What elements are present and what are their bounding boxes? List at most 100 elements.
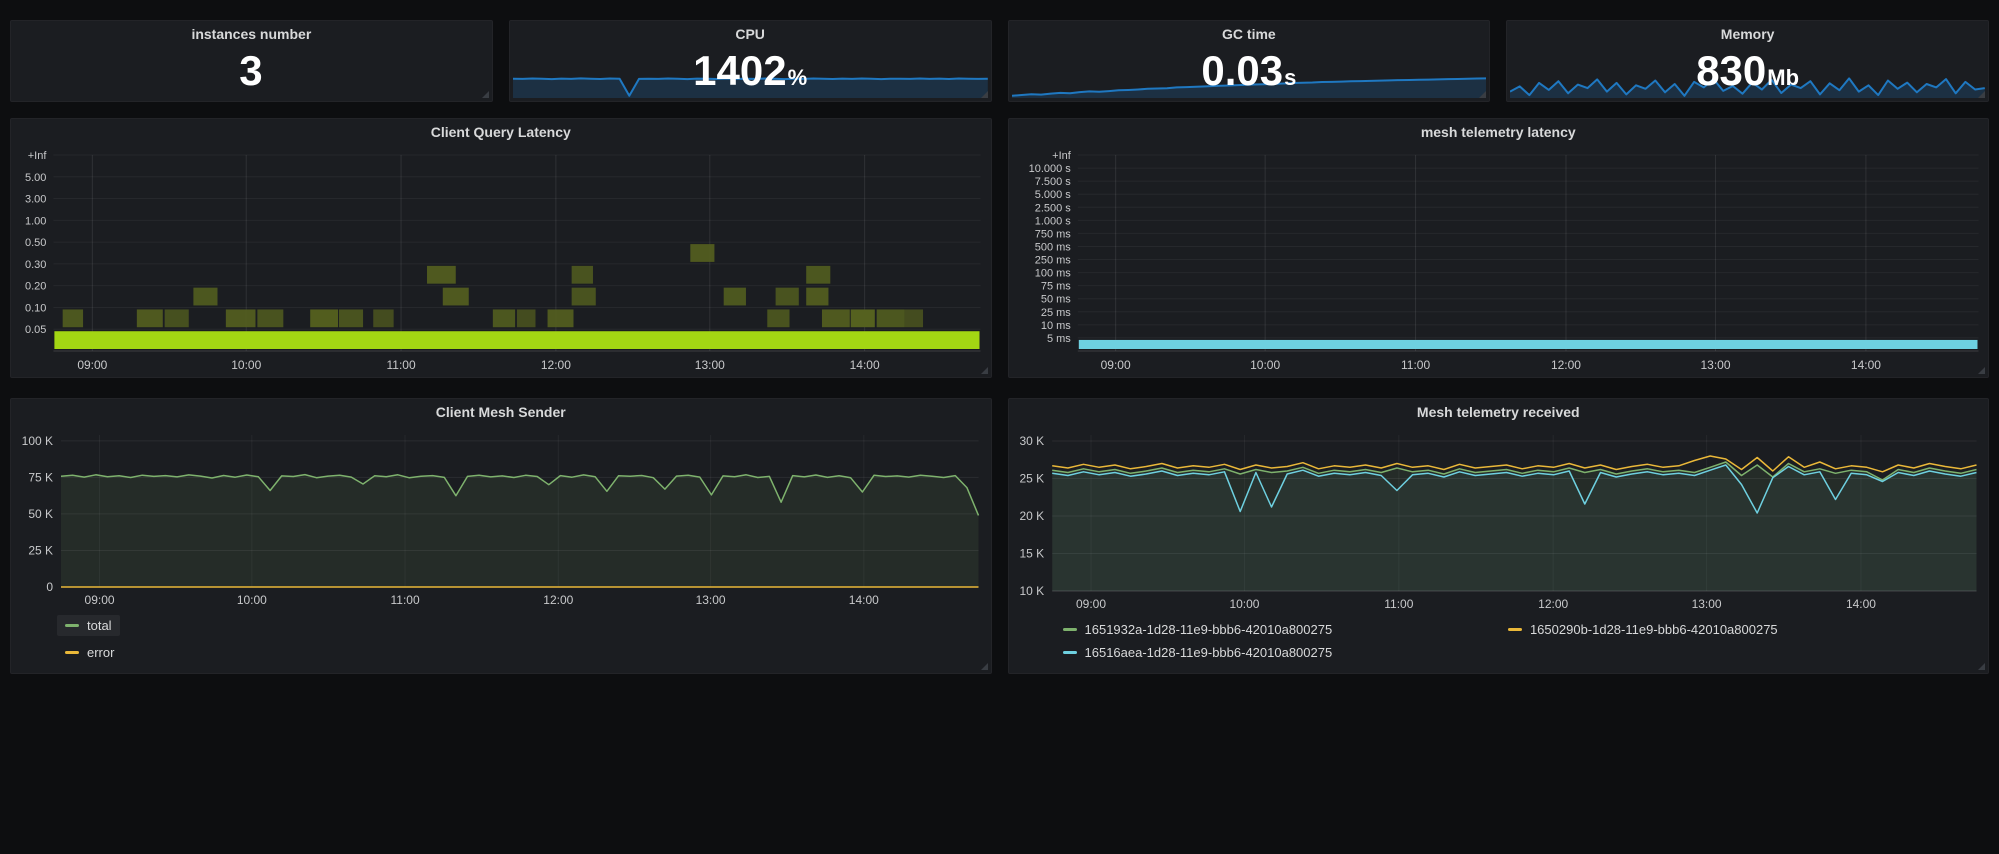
svg-text:09:00: 09:00: [77, 358, 107, 372]
stat-value-cpu: 1402 %: [510, 45, 991, 97]
svg-text:75 K: 75 K: [28, 470, 53, 484]
svg-text:10 K: 10 K: [1019, 584, 1044, 598]
svg-text:0.50: 0.50: [25, 237, 46, 249]
svg-text:5.00: 5.00: [25, 172, 46, 184]
panel-resize-handle[interactable]: [1479, 91, 1486, 98]
panel-client-mesh-sender: Client Mesh Sender 025 K50 K75 K100 K09:…: [10, 398, 992, 674]
svg-text:10:00: 10:00: [1250, 358, 1280, 372]
svg-text:5 ms: 5 ms: [1046, 333, 1070, 345]
stat-value-text: 830: [1696, 50, 1766, 92]
svg-text:11:00: 11:00: [386, 358, 415, 372]
svg-text:50 K: 50 K: [28, 507, 53, 521]
legend-item-instance-3[interactable]: 16516aea-1d28-11e9-bbb6-42010a800275: [1055, 642, 1476, 663]
svg-text:30 K: 30 K: [1019, 434, 1044, 448]
panel-resize-handle[interactable]: [482, 91, 489, 98]
svg-text:0.05: 0.05: [25, 324, 46, 336]
svg-text:500 ms: 500 ms: [1034, 241, 1071, 253]
svg-text:+Inf: +Inf: [1052, 150, 1072, 162]
svg-text:13:00: 13:00: [695, 358, 725, 372]
stat-panel-memory: Memory 830 Mb: [1506, 20, 1989, 102]
svg-text:2.500 s: 2.500 s: [1034, 202, 1071, 214]
svg-text:11:00: 11:00: [1384, 597, 1413, 611]
series-color-swatch: [1063, 628, 1077, 631]
svg-text:12:00: 12:00: [541, 358, 571, 372]
svg-text:15 K: 15 K: [1019, 547, 1044, 561]
panel-mesh-telemetry-latency: mesh telemetry latency +Inf10.000 s7.500…: [1008, 118, 1990, 378]
client-mesh-sender-legend: total error: [11, 611, 991, 673]
panel-resize-handle[interactable]: [981, 91, 988, 98]
panel-title-client-mesh-sender[interactable]: Client Mesh Sender: [11, 399, 991, 427]
legend-label: error: [87, 645, 114, 660]
svg-text:14:00: 14:00: [850, 358, 880, 372]
svg-text:10:00: 10:00: [1229, 597, 1259, 611]
svg-text:11:00: 11:00: [390, 593, 419, 607]
series-color-swatch: [65, 651, 79, 654]
svg-text:09:00: 09:00: [85, 593, 115, 607]
svg-text:13:00: 13:00: [1691, 597, 1721, 611]
stat-value-gc-time: 0.03 s: [1009, 45, 1490, 97]
stat-value-text: 1402: [693, 50, 786, 92]
client-mesh-sender-graph[interactable]: 025 K50 K75 K100 K09:0010:0011:0012:0013…: [11, 427, 991, 611]
heatmaps-row: Client Query Latency +Inf 5.00 3.00 1.00 0.5…: [10, 118, 1989, 378]
svg-text:14:00: 14:00: [1850, 358, 1880, 372]
panel-title-client-query-latency[interactable]: Client Query Latency: [11, 119, 991, 147]
mesh-telemetry-received-graph[interactable]: 10 K15 K20 K25 K30 K09:0010:0011:0012:00…: [1009, 427, 1989, 615]
stat-unit-text: Mb: [1767, 65, 1799, 91]
legend-item-error[interactable]: error: [57, 642, 122, 663]
legend-item-instance-2[interactable]: 1650290b-1d28-11e9-bbb6-42010a800275: [1500, 619, 1921, 640]
svg-text:09:00: 09:00: [1076, 597, 1106, 611]
stat-unit-text: %: [788, 65, 808, 91]
svg-text:1.00: 1.00: [25, 215, 46, 227]
panel-client-query-latency: Client Query Latency +Inf 5.00 3.00 1.00 0.5…: [10, 118, 992, 378]
stat-value-text: 0.03: [1201, 50, 1283, 92]
panel-resize-handle[interactable]: [981, 367, 988, 374]
panel-resize-handle[interactable]: [1978, 367, 1985, 374]
legend-item-instance-1[interactable]: 1651932a-1d28-11e9-bbb6-42010a800275: [1055, 619, 1476, 640]
stat-value-text: 3: [239, 50, 262, 92]
svg-text:11:00: 11:00: [1400, 358, 1429, 372]
panel-resize-handle[interactable]: [1978, 663, 1985, 670]
panel-mesh-telemetry-received: Mesh telemetry received 10 K 15 K 20 K 25 K…: [1008, 398, 1990, 674]
svg-text:1.000 s: 1.000 s: [1034, 215, 1071, 227]
mesh-telemetry-latency-heatmap[interactable]: +Inf10.000 s7.500 s5.000 s2.500 s1.000 s…: [1009, 147, 1989, 377]
legend-label: 1650290b-1d28-11e9-bbb6-42010a800275: [1530, 622, 1778, 637]
stat-panel-cpu: CPU 1402 %: [509, 20, 992, 102]
svg-text:+Inf: +Inf: [28, 150, 48, 162]
svg-text:25 K: 25 K: [1019, 472, 1044, 486]
stat-panel-gc-time: GC time 0.03 s: [1008, 20, 1491, 102]
graphs-row: Client Mesh Sender 0 25 K 50 K 75 K 100 K 09:…: [10, 398, 1989, 674]
series-color-swatch: [1508, 628, 1522, 631]
svg-text:10:00: 10:00: [237, 593, 267, 607]
panel-resize-handle[interactable]: [1978, 91, 1985, 98]
svg-text:75 ms: 75 ms: [1040, 281, 1070, 293]
panel-resize-handle[interactable]: [981, 663, 988, 670]
svg-text:20 K: 20 K: [1019, 509, 1044, 523]
panel-title-mesh-telemetry-latency[interactable]: mesh telemetry latency: [1009, 119, 1989, 147]
svg-text:750 ms: 750 ms: [1034, 228, 1071, 240]
svg-text:100 ms: 100 ms: [1034, 268, 1071, 280]
grafana-dashboard: instances number 3 CPU 1402 % GC time: [0, 0, 1999, 854]
svg-text:3.00: 3.00: [25, 194, 46, 206]
svg-text:0: 0: [46, 580, 53, 594]
series-color-swatch: [1063, 651, 1077, 654]
svg-text:0.10: 0.10: [25, 302, 46, 314]
legend-item-total[interactable]: total: [57, 615, 120, 636]
legend-label: 1651932a-1d28-11e9-bbb6-42010a800275: [1085, 622, 1333, 637]
svg-text:0.30: 0.30: [25, 259, 46, 271]
svg-text:13:00: 13:00: [1700, 358, 1730, 372]
stat-unit-text: s: [1284, 65, 1296, 91]
svg-text:14:00: 14:00: [849, 593, 879, 607]
svg-text:5.000 s: 5.000 s: [1034, 189, 1071, 201]
stat-panel-instances-number: instances number 3: [10, 20, 493, 102]
svg-text:100 K: 100 K: [22, 434, 53, 448]
series-color-swatch: [65, 624, 79, 627]
legend-label: 16516aea-1d28-11e9-bbb6-42010a800275: [1085, 645, 1333, 660]
svg-text:7.500 s: 7.500 s: [1034, 176, 1071, 188]
svg-text:10.000 s: 10.000 s: [1028, 163, 1071, 175]
panel-title-mesh-telemetry-received[interactable]: Mesh telemetry received: [1009, 399, 1989, 427]
client-query-latency-heatmap[interactable]: +Inf5.003.001.000.500.300.200.100.0509:0…: [11, 147, 991, 377]
svg-text:09:00: 09:00: [1100, 358, 1130, 372]
svg-text:10 ms: 10 ms: [1040, 320, 1070, 332]
stat-value-memory: 830 Mb: [1507, 45, 1988, 97]
legend-label: total: [87, 618, 112, 633]
